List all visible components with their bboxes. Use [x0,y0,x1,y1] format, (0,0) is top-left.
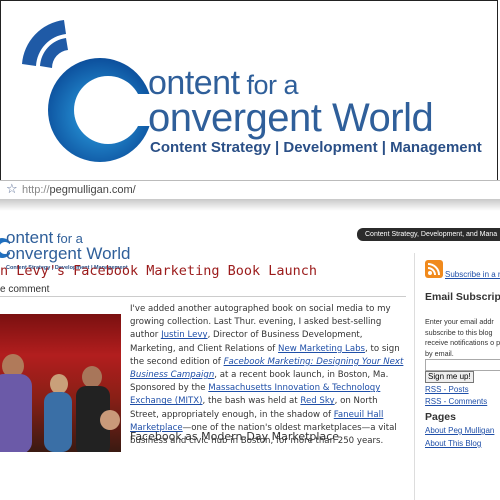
page-link-about-blog[interactable]: About This Blog [425,439,481,448]
link-justin-levy[interactable]: Justin Levy [161,330,208,340]
divider [0,296,406,297]
link-new-marketing-labs[interactable]: New Marketing Labs [278,344,365,354]
logo-tagline: Content Strategy | Development | Managem… [150,139,482,156]
section-heading: Facebook as Modern-Day Marketplace [130,430,340,443]
url-field[interactable]: http://pegmulligan.com/ [22,181,136,199]
pages-heading: Pages [425,411,456,423]
rss-posts-link[interactable]: RSS - Posts [425,385,469,394]
post-body: I've added another autographed book on s… [130,304,404,447]
bookmark-star-icon[interactable]: ☆ [6,181,18,199]
brand-logo-large: ontent for a onvergent World Content Str… [0,0,500,176]
address-bar[interactable]: ☆ http://pegmulligan.com/ [0,180,500,200]
event-photo [0,314,121,452]
toolbar-shadow [0,199,500,211]
email-input[interactable] [425,359,500,371]
logo-signal-icon [22,20,150,162]
sign-up-button[interactable]: Sign me up! [425,371,474,383]
email-subscription-text: Enter your email addr subscribe to this … [425,317,500,358]
comment-count-link[interactable]: e comment [0,284,49,295]
blog-page: ontent for a onvergent World Content Str… [0,211,500,500]
email-subscription-heading: Email Subscripti [425,291,500,303]
site-logo-line2: onvergent World [6,244,131,263]
page-link-about-peg[interactable]: About Peg Mulligan [425,426,494,435]
top-navigation-bar[interactable]: Content Strategy, Development, and Mana [357,228,500,241]
subscribe-rss-link[interactable]: Subscribe in a r [445,270,500,279]
link-red-sky[interactable]: Red Sky [300,396,334,406]
rss-icon[interactable] [425,260,443,278]
rss-comments-link[interactable]: RSS - Comments [425,397,487,406]
sidebar: Subscribe in a r Email Subscripti Enter … [414,253,500,500]
logo-title-line2: onvergent World [148,96,434,140]
post-title[interactable]: n Levy's Facebook Marketing Book Launch [0,263,317,279]
